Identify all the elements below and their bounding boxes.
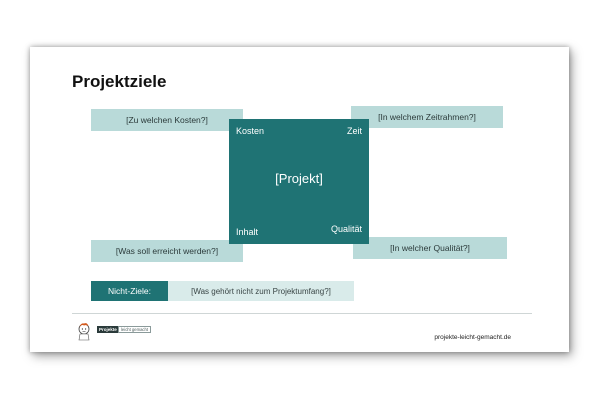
slide: Projektziele [Zu welchen Kosten?] [In we… xyxy=(30,47,569,352)
question-kosten-box: [Zu welchen Kosten?] xyxy=(91,109,243,131)
square-label-zeit: Zeit xyxy=(346,126,362,136)
square-center-label: [Projekt] xyxy=(275,171,323,186)
nicht-ziele-label: Nicht-Ziele: xyxy=(91,281,168,301)
square-label-kosten: Kosten xyxy=(236,126,265,136)
logo-word-projekte: Projekte xyxy=(97,326,119,333)
footer-divider xyxy=(72,313,532,314)
person-mascot-icon xyxy=(78,323,90,341)
question-qualitaet-box: [In welcher Qualität?] xyxy=(353,237,507,259)
nicht-ziele-text: [Was gehört nicht zum Projektumfang?] xyxy=(168,281,354,301)
question-zeit-box: [In welchem Zeitrahmen?] xyxy=(351,106,503,128)
square-label-qualitaet: Qualität xyxy=(330,224,362,234)
slide-title: Projektziele xyxy=(72,72,167,91)
footer-url: projekte-leicht-gemacht.de xyxy=(434,334,511,341)
logo-word-leicht-gemacht: leicht gemacht xyxy=(118,326,151,333)
logo: Projekte leicht gemacht xyxy=(75,321,155,341)
question-inhalt-box: [Was soll erreicht werden?] xyxy=(91,240,243,262)
projekt-square: Kosten Zeit [Projekt] Inhalt Qualität xyxy=(229,119,369,244)
square-label-inhalt: Inhalt xyxy=(236,227,259,237)
